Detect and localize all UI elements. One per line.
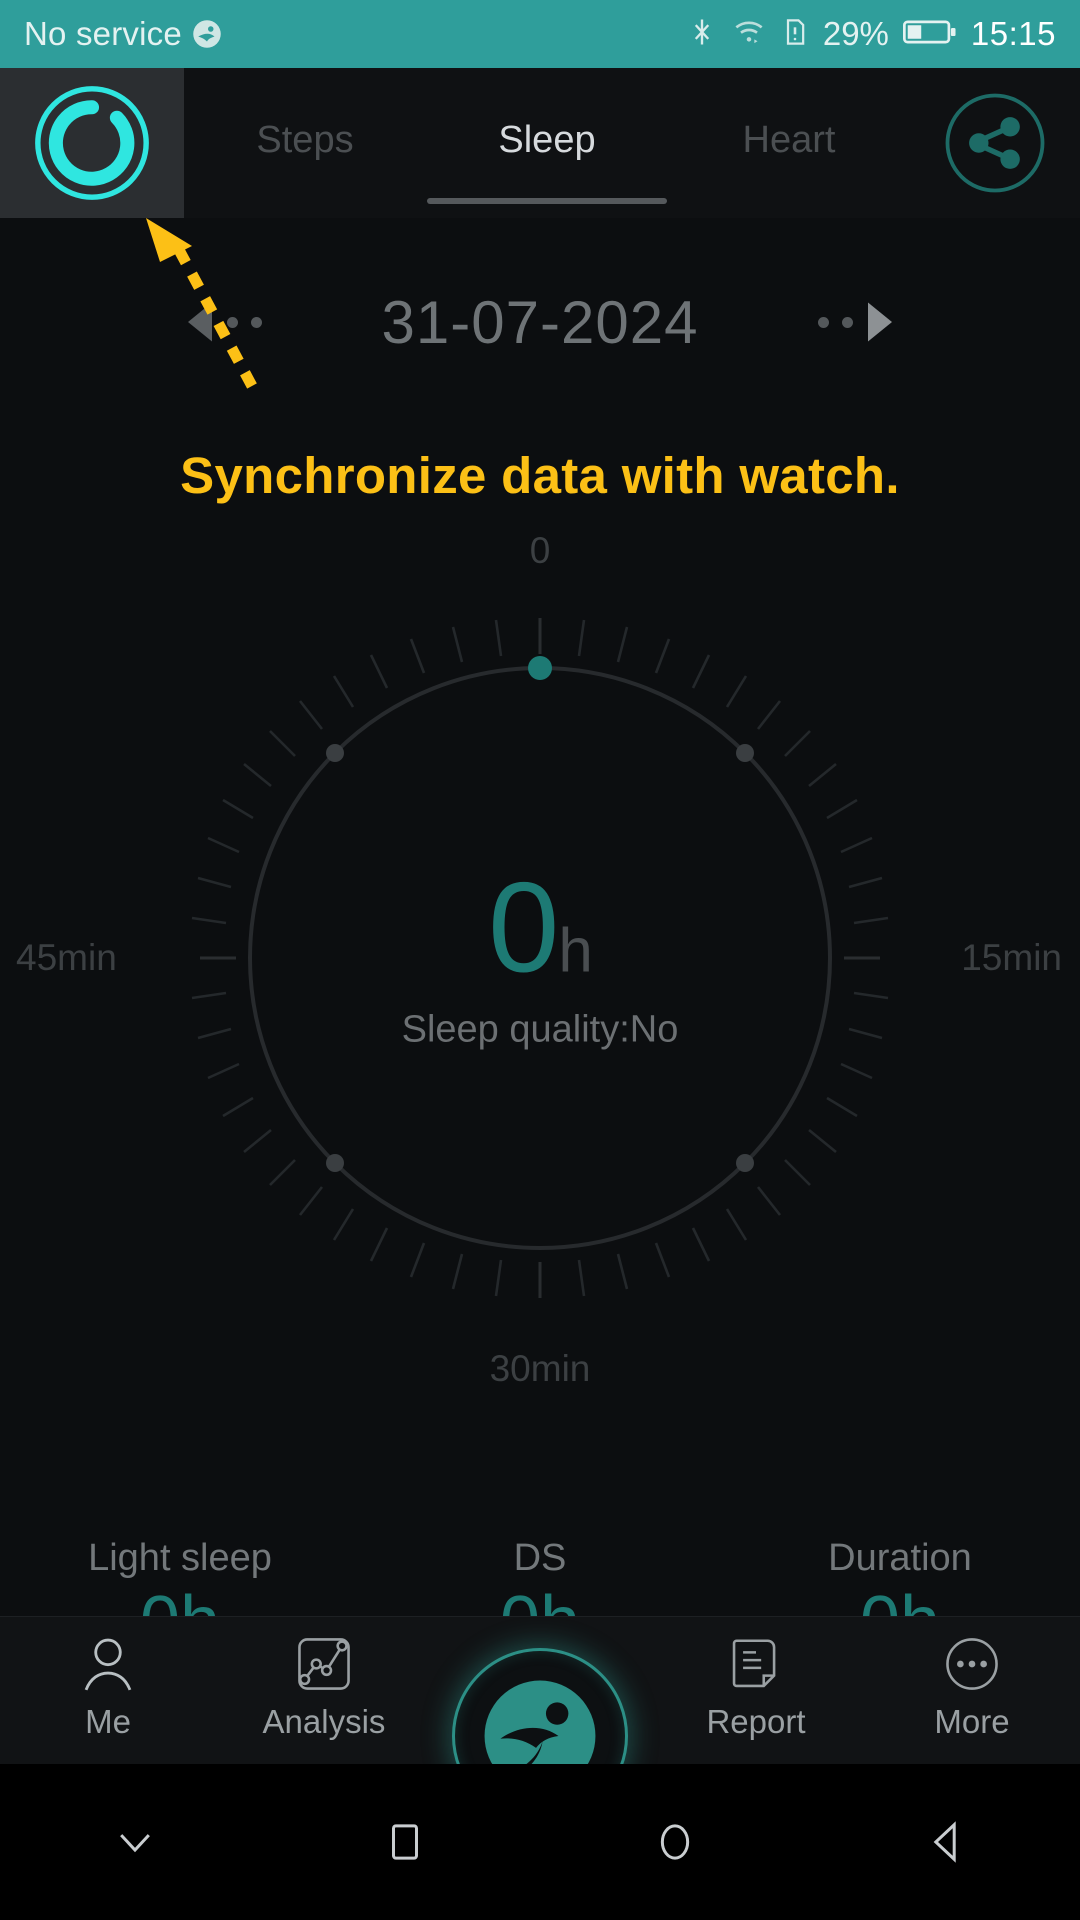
- back-triangle-icon: [933, 1821, 956, 1863]
- sim-alert-icon: [781, 15, 809, 54]
- current-date-label[interactable]: 31-07-2024: [382, 288, 699, 357]
- sysnav-home-button[interactable]: [540, 1819, 810, 1865]
- nav-label: Report: [706, 1703, 806, 1740]
- gauge-tick-label-left: 45min: [16, 937, 117, 978]
- nav-label: Me: [85, 1703, 131, 1740]
- dashed-arrow-icon: [146, 218, 257, 389]
- next-dots: [818, 316, 854, 328]
- person-icon: [84, 1638, 132, 1691]
- gauge-center-readout: 0h Sleep quality:No: [190, 856, 890, 1052]
- next-day-button[interactable]: [818, 301, 895, 343]
- recents-square-icon: [392, 1824, 418, 1860]
- app-header: Steps Sleep Heart: [0, 68, 1080, 218]
- carrier-label: No service: [24, 15, 182, 52]
- wifi-icon: [731, 16, 767, 53]
- ellipsis-circle-icon: [946, 1638, 998, 1690]
- tab-list: Steps Sleep Heart: [184, 68, 910, 218]
- nav-item-analysis[interactable]: Analysis: [216, 1617, 432, 1741]
- tab-sleep[interactable]: Sleep: [426, 68, 668, 218]
- app-badge-icon: [192, 19, 222, 49]
- sync-refresh-icon: [35, 86, 149, 200]
- nav-item-more[interactable]: More: [864, 1617, 1080, 1741]
- share-button[interactable]: [910, 68, 1080, 218]
- nav-label: Analysis: [262, 1703, 386, 1740]
- battery-icon: [902, 18, 957, 51]
- status-bar-left: No service: [24, 15, 687, 53]
- battery-percent-label: 29%: [822, 15, 889, 52]
- gauge-tick-label-right: 15min: [961, 937, 1062, 978]
- gauge-marker: [528, 656, 552, 680]
- line-chart-icon: [298, 1638, 350, 1690]
- system-navigation-bar: [0, 1764, 1080, 1920]
- stat-label: DS: [513, 1537, 567, 1579]
- sleep-screen: 31-07-2024 Synchronize data with watch.: [0, 218, 1080, 1764]
- document-icon: [732, 1639, 776, 1688]
- home-circle-icon: [660, 1824, 690, 1860]
- chevron-down-icon: [120, 1834, 150, 1853]
- nav-item-me[interactable]: Me: [0, 1617, 216, 1741]
- gauge-tick-label-bottom: 30min: [489, 1348, 591, 1389]
- clock-label: 15:15: [970, 15, 1056, 52]
- status-bar-right: 29% 15:15: [687, 15, 1056, 54]
- chevron-right-icon: [868, 302, 893, 342]
- sleep-quality-label: Sleep quality:No: [401, 1008, 679, 1051]
- sysnav-hide-keyboard-button[interactable]: [0, 1819, 270, 1865]
- stat-label: Light sleep: [88, 1537, 272, 1579]
- stat-label: Duration: [828, 1537, 972, 1579]
- sleep-total-value: 0h: [488, 856, 593, 1000]
- sleep-gauge[interactable]: 0 15min 30min 45min 0h Sleep quality:No: [16, 530, 1062, 1389]
- annotation-label: Synchronize data with watch.: [180, 447, 900, 504]
- nav-item-report[interactable]: Report: [648, 1617, 864, 1741]
- status-bar: No service 29% 15:15: [0, 0, 1080, 68]
- bluetooth-icon: [687, 15, 717, 54]
- tab-heart[interactable]: Heart: [668, 68, 910, 218]
- nav-label: More: [934, 1703, 1010, 1740]
- sleep-total-unit: h: [558, 916, 592, 986]
- gauge-tick-label-top: 0: [529, 530, 551, 571]
- share-icon: [945, 93, 1045, 193]
- tab-steps[interactable]: Steps: [184, 68, 426, 218]
- sysnav-back-button[interactable]: [810, 1819, 1080, 1865]
- sysnav-recents-button[interactable]: [270, 1819, 540, 1865]
- sync-button[interactable]: [0, 68, 184, 218]
